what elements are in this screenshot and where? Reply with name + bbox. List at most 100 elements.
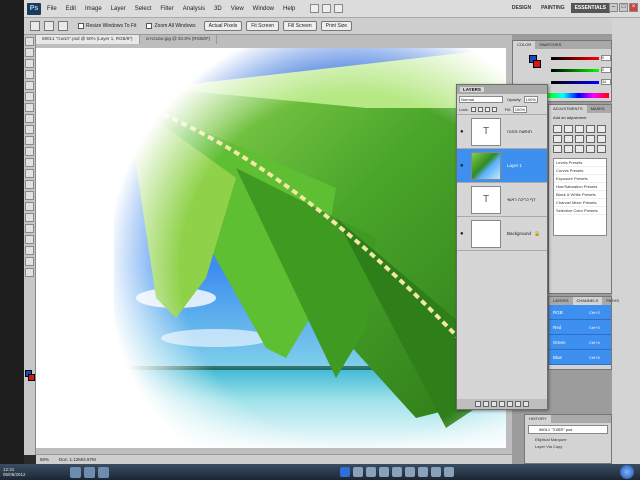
tab-channels[interactable]: CHANNELS [572,297,603,305]
clone-stamp-tool-icon[interactable] [25,125,34,134]
zoom-in-icon[interactable] [44,21,54,31]
document-tab[interactable]: אמבטיה1.jpg @ 33.3% (RGB/8*) [140,35,218,44]
menu-layer[interactable]: Layer [111,6,126,12]
photo-filter-icon[interactable] [586,135,595,143]
layers-panel-title[interactable]: LAYERS [460,87,484,92]
tab-swatches[interactable]: SWATCHES [535,41,565,49]
posterize-icon[interactable] [564,145,573,153]
quick-select-tool-icon[interactable] [25,70,34,79]
tab-color[interactable]: COLOR [513,41,536,49]
blend-mode-select[interactable]: Normal [459,95,503,103]
levels-icon[interactable] [564,125,573,133]
channel-red[interactable]: Red Ctrl+3 [549,320,611,335]
move-tool-icon[interactable] [25,37,34,46]
app-task-icon[interactable] [431,467,441,477]
channel-blue[interactable]: Blue Ctrl+5 [549,350,611,365]
marquee-tool-icon[interactable] [25,48,34,57]
hand-tool-icon[interactable] [25,257,34,266]
minimize-icon[interactable]: – [609,3,618,12]
fit-screen-button[interactable]: Fit Screen [246,21,280,31]
tray-icon[interactable] [70,466,81,478]
zoom-tool-icon[interactable] [25,268,34,277]
blue-slider[interactable] [551,81,599,84]
blur-tool-icon[interactable] [25,169,34,178]
layer-row-selected[interactable]: ● Layer 1 [457,148,547,182]
menu-3d[interactable]: 3D [214,6,222,12]
tab-masks[interactable]: MASKS [587,105,609,113]
fill-screen-button[interactable]: Fill Screen [283,21,317,31]
tab-history[interactable]: HISTORY [525,415,551,423]
gradient-map-icon[interactable] [586,145,595,153]
photoshop-task-icon[interactable] [340,467,350,477]
layer-row[interactable]: ● Background 🔒 [457,216,547,250]
red-slider[interactable] [551,57,599,60]
lock-all-icon[interactable] [491,106,497,112]
menu-edit[interactable]: Edit [66,6,76,12]
screen-mode-icon[interactable] [334,4,344,13]
curves-icon[interactable] [575,125,584,133]
path-selection-tool-icon[interactable] [25,213,34,222]
resize-windows-checkbox[interactable] [78,23,84,29]
brightness-icon[interactable] [553,125,562,133]
workspace-essentials[interactable]: ESSENTIALS [570,3,610,13]
black-white-icon[interactable] [575,135,584,143]
shape-tool-icon[interactable] [25,224,34,233]
pen-tool-icon[interactable] [25,191,34,200]
launch-bridge-icon[interactable] [310,4,320,13]
healing-brush-tool-icon[interactable] [25,103,34,112]
history-brush-tool-icon[interactable] [25,136,34,145]
preset-item[interactable]: Levels Presets [554,159,606,167]
menu-image[interactable]: Image [85,6,102,12]
vibrance-icon[interactable] [597,125,606,133]
add-mask-icon[interactable] [491,401,497,407]
preset-item[interactable]: Selective Color Presets [554,207,606,215]
hue-saturation-icon[interactable] [553,135,562,143]
background-color-swatch[interactable] [533,60,541,68]
type-tool-icon[interactable] [25,202,34,211]
print-size-button[interactable]: Print Size [320,21,353,31]
adjustment-layer-icon[interactable] [499,401,505,407]
background-color-swatch[interactable] [28,374,35,381]
menu-analysis[interactable]: Analysis [183,6,205,12]
eraser-tool-icon[interactable] [25,147,34,156]
lock-position-icon[interactable] [484,106,490,112]
preset-item[interactable]: Hue/Saturation Presets [554,183,606,191]
workspace-design[interactable]: DESIGN [508,3,535,13]
document-canvas[interactable] [36,48,506,448]
eye-icon[interactable]: ● [460,163,466,169]
explorer-task-icon[interactable] [353,467,363,477]
folder-task-icon[interactable] [379,467,389,477]
invert-icon[interactable] [553,145,562,153]
blue-value[interactable]: 34 [601,79,611,85]
red-value[interactable]: 0 [601,55,611,61]
menu-file[interactable]: File [47,6,57,12]
lock-transparent-icon[interactable] [470,106,476,112]
selective-color-icon[interactable] [597,145,606,153]
fill-input[interactable]: 100% [512,105,528,113]
zoom-all-windows-checkbox[interactable] [146,23,153,29]
preset-item[interactable]: Channel Mixer Presets [554,199,606,207]
delete-layer-icon[interactable] [523,401,529,407]
eyedropper-tool-icon[interactable] [25,92,34,101]
green-value[interactable]: 0 [601,67,611,73]
new-group-icon[interactable] [507,401,513,407]
brush-tool-icon[interactable] [25,114,34,123]
threshold-icon[interactable] [575,145,584,153]
tab-adjustments[interactable]: ADJUSTMENTS [549,105,587,113]
layer-row[interactable]: T דף כריכה ראשי [457,182,547,216]
menu-window[interactable]: Window [253,6,274,12]
channel-rgb[interactable]: RGB Ctrl+2 [549,305,611,320]
app-task-icon[interactable] [444,467,454,477]
tray-icon[interactable] [84,466,95,478]
workspace-painting[interactable]: PAINTING [537,3,569,13]
close-icon[interactable]: × [629,3,638,12]
opacity-input[interactable]: 100% [523,95,538,103]
start-button[interactable] [620,465,634,479]
3d-rotate-tool-icon[interactable] [25,235,34,244]
menu-filter[interactable]: Filter [160,6,173,12]
preset-item[interactable]: Exposure Presets [554,175,606,183]
eye-icon[interactable]: ● [460,129,466,135]
color-balance-icon[interactable] [564,135,573,143]
tab-layers[interactable]: LAYERS [549,297,573,305]
channel-mixer-icon[interactable] [597,135,606,143]
